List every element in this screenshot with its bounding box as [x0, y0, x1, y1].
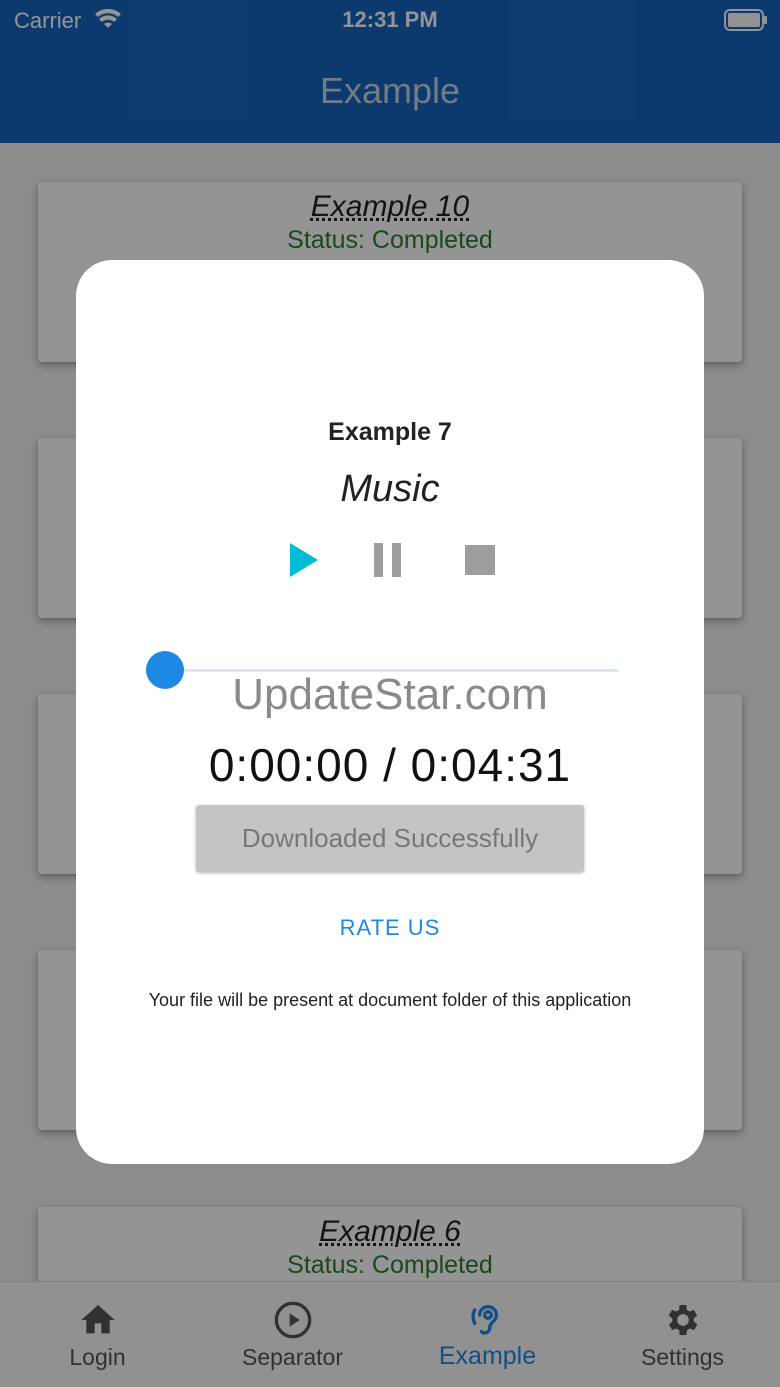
rate-us-button[interactable]: RATE US — [76, 915, 704, 941]
pause-icon[interactable] — [370, 540, 410, 580]
player-dialog: Example 7 Music UpdateStar.com 0:00:00 /… — [76, 260, 704, 1164]
play-icon[interactable] — [284, 540, 324, 580]
download-button[interactable]: Downloaded Successfully — [196, 805, 584, 872]
file-location-note: Your file will be present at document fo… — [148, 990, 632, 1010]
dialog-title: Example 7 — [328, 418, 452, 446]
playback-controls — [76, 540, 704, 580]
watermark-text: UpdateStar.com — [232, 670, 548, 719]
dialog-subtitle: Music — [340, 468, 440, 510]
playback-timer: 0:00:00 / 0:04:31 — [208, 739, 572, 791]
stop-icon[interactable] — [460, 540, 500, 580]
